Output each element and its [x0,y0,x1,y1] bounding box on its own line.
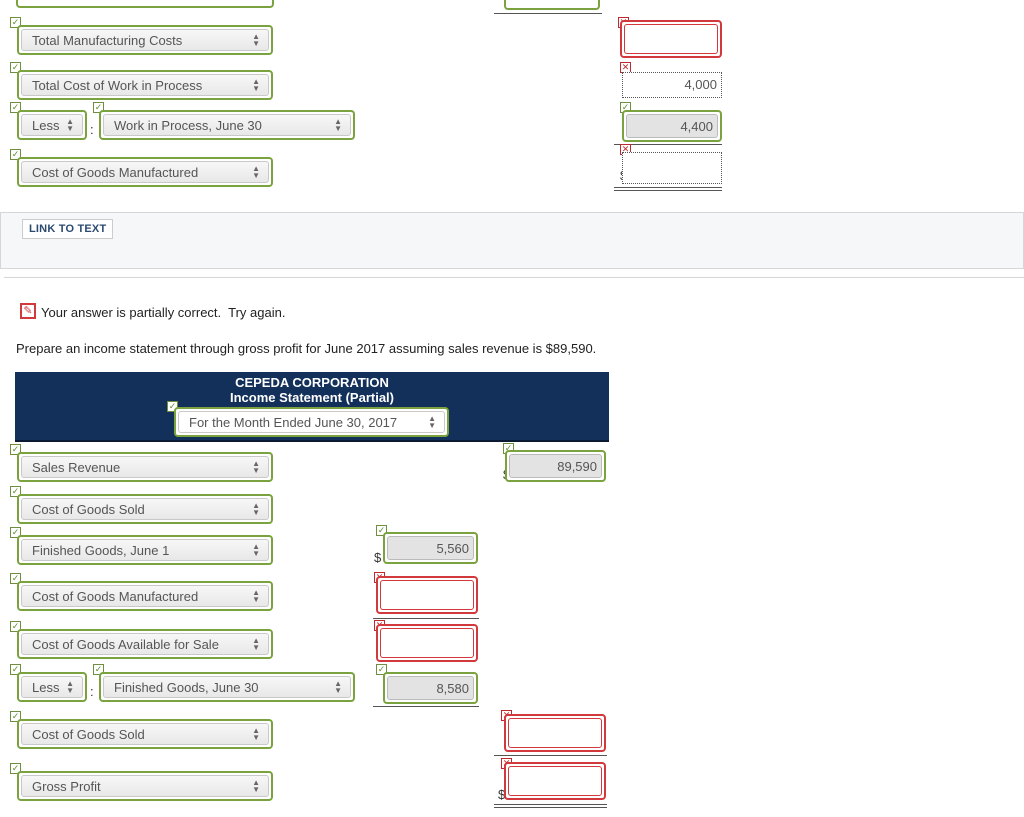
finished-goods-june1-select[interactable]: Finished Goods, June 1 ▲ ▼ [17,535,273,565]
cgm-select[interactable]: Cost of Goods Manufactured ▲ ▼ [17,581,273,611]
select-arrows-icon: ▲ ▼ [252,726,260,742]
link-to-text-button[interactable]: LINK TO TEXT [22,219,114,239]
company-name: CEPEDA CORPORATION [235,375,389,390]
subtotal-underline [373,618,479,619]
total-cost-wip-select[interactable]: Total Cost of Work in Process ▲ ▼ [17,70,273,100]
select-label: Gross Profit [32,778,101,794]
select-label: Finished Goods, June 1 [32,542,170,558]
select-label: Cost of Goods Manufactured [32,588,199,604]
select-label: Total Cost of Work in Process [32,77,203,93]
select-arrows-icon: ▲ ▼ [252,636,260,652]
select-label: Cost of Goods Available for Sale [32,636,219,652]
top-partial-row [16,0,274,8]
cogs-total-input[interactable] [504,714,606,752]
less-select[interactable]: Less ▲ ▼ [17,672,87,702]
select-arrows-icon: ▲ ▼ [252,542,260,558]
pencil-icon: ✎ [20,303,36,319]
top-underline [494,13,602,14]
select-label: Cost of Goods Sold [32,726,145,742]
select-arrows-icon: ▲ ▼ [252,588,260,604]
select-arrows-icon: ▲ ▼ [66,117,74,133]
cogs-header-select[interactable]: Cost of Goods Sold ▲ ▼ [17,494,273,524]
select-label: Sales Revenue [32,459,121,475]
select-arrows-icon: ▲ ▼ [252,164,260,180]
select-arrows-icon: ▲ ▼ [334,117,342,133]
sales-revenue-select[interactable]: Sales Revenue ▲ ▼ [17,452,273,482]
select-arrows-icon: ▲ ▼ [252,77,260,93]
section-divider [4,277,1024,278]
select-arrows-icon: ▲ ▼ [66,679,74,695]
colon: : [90,122,94,137]
top-partial-input [504,0,600,10]
gross-profit-input[interactable] [504,762,606,800]
cost-goods-manufactured-select[interactable]: Cost of Goods Manufactured ▲ ▼ [17,157,273,187]
select-arrows-icon: ▲ ▼ [252,778,260,794]
select-label: Less [32,679,60,695]
question-text: Prepare an income statement through gros… [16,341,597,356]
subtotal-underline [494,755,607,756]
cgm-input[interactable] [376,576,478,614]
select-arrows-icon: ▲ ▼ [252,501,260,517]
feedback-message: Your answer is partially correct. Try ag… [41,305,286,320]
finished-goods-june30-select[interactable]: Finished Goods, June 30 ▲ ▼ [99,672,355,702]
select-label: Cost of Goods Sold [32,501,145,517]
select-arrows-icon: ▲ ▼ [252,32,260,48]
select-arrows-icon: ▲ ▼ [252,459,260,475]
total-manufacturing-costs-input[interactable] [620,20,722,58]
wip-june30-input[interactable]: 4,400 [622,110,722,142]
double-underline [614,187,722,188]
statement-title: Income Statement (Partial) [230,390,394,405]
subtotal-underline [373,706,479,707]
double-underline [494,804,607,805]
cogs-total-select[interactable]: Cost of Goods Sold ▲ ▼ [17,719,273,749]
wip-june30-select[interactable]: Work in Process, June 30 ▲ ▼ [99,110,355,140]
finished-goods-june1-input[interactable]: 5,560 [383,532,478,564]
cost-goods-manufactured-input[interactable] [622,152,722,184]
gross-profit-select[interactable]: Gross Profit ▲ ▼ [17,771,273,801]
select-arrows-icon: ▲ ▼ [334,679,342,695]
period-select[interactable]: For the Month Ended June 30, 2017 ▲ ▼ [174,407,449,437]
select-label: Total Manufacturing Costs [32,32,183,48]
less-select[interactable]: Less ▲ ▼ [17,110,87,140]
select-label: For the Month Ended June 30, 2017 [189,414,398,430]
select-label: Cost of Goods Manufactured [32,164,199,180]
select-label: Less [32,117,60,133]
link-panel [0,212,1024,269]
select-label: Finished Goods, June 30 [114,679,259,695]
cogas-input[interactable] [376,624,478,662]
total-manufacturing-costs-select[interactable]: Total Manufacturing Costs ▲ ▼ [17,25,273,55]
select-label: Work in Process, June 30 [114,117,262,133]
sales-revenue-input[interactable]: 89,590 [505,450,606,482]
double-underline [614,190,722,191]
finished-goods-june30-input[interactable]: 8,580 [383,672,478,704]
colon: : [90,684,94,699]
double-underline [494,807,607,808]
cogas-select[interactable]: Cost of Goods Available for Sale ▲ ▼ [17,629,273,659]
currency-symbol: $ [374,550,382,565]
select-arrows-icon: ▲ ▼ [428,414,436,430]
total-cost-wip-input[interactable]: 4,000 [622,72,722,98]
